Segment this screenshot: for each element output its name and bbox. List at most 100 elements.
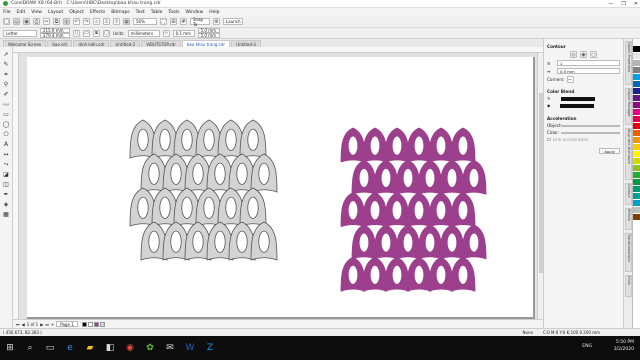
publish-pdf-icon[interactable]: ▦ — [123, 18, 130, 25]
parallel-dimension-icon[interactable]: ↔ — [3, 151, 10, 158]
object-accel-slider[interactable] — [561, 124, 620, 127]
mail-icon[interactable]: ✉ — [164, 342, 176, 354]
link-checkbox[interactable]: ☐ — [547, 137, 551, 142]
print-icon[interactable]: ⎙ — [33, 18, 40, 25]
palette-swatch[interactable] — [633, 186, 640, 193]
corners-select[interactable]: ⌐ — [566, 76, 574, 83]
contour-outside-icon[interactable]: ○ — [590, 51, 597, 58]
palette-swatch[interactable] — [633, 165, 640, 172]
palette-swatch[interactable] — [633, 39, 640, 46]
document-swatch[interactable] — [81, 321, 87, 327]
docker-tab[interactable]: Effects — [625, 207, 632, 230]
artistic-media-icon[interactable]: 〰 — [3, 101, 10, 109]
contour-center-icon[interactable]: ◎ — [570, 51, 577, 58]
menu-file[interactable]: File — [3, 10, 11, 15]
polygon-icon[interactable]: ⬠ — [3, 131, 10, 138]
transparency-icon[interactable]: ◫ — [3, 181, 10, 188]
palette-swatch[interactable] — [633, 102, 640, 109]
docker-tab[interactable]: Object Properties — [625, 41, 632, 86]
docker-tab[interactable]: Hints — [625, 274, 632, 297]
docker-tab[interactable]: Align and Distribute — [625, 127, 632, 180]
color-accel-slider[interactable] — [561, 131, 620, 134]
document-tab[interactable]: Untitled-2 — [110, 40, 141, 47]
crop-icon[interactable]: ⌗ — [3, 71, 10, 78]
document-palette[interactable] — [81, 321, 105, 327]
file-explorer-icon[interactable]: ▰ — [84, 342, 96, 354]
units-select[interactable]: millimeters — [127, 29, 160, 37]
paper-size-select[interactable]: Letter — [3, 29, 37, 37]
last-page-icon[interactable]: ⏭ — [45, 322, 49, 327]
palette-swatch[interactable] — [633, 53, 640, 60]
open-icon[interactable]: ▤ — [13, 18, 20, 25]
full-screen-icon[interactable]: ⛶ — [160, 18, 167, 25]
page-height-field[interactable]: 279.4 mm — [40, 33, 70, 38]
menu-edit[interactable]: Edit — [17, 10, 26, 15]
zoom-icon[interactable]: ⚲ — [3, 81, 10, 88]
save-icon[interactable]: ▣ — [23, 18, 30, 25]
palette-swatch[interactable] — [633, 158, 640, 165]
document-tab[interactable]: dinh kiên.cdr — [73, 40, 110, 47]
outline-color-swatch[interactable] — [560, 96, 595, 101]
gray-mask-pattern[interactable] — [129, 119, 278, 261]
offset-field[interactable]: 0.5 mm — [557, 68, 620, 74]
zalo-icon[interactable]: Z — [204, 342, 216, 354]
edge-icon[interactable]: e — [64, 342, 76, 354]
undo-icon[interactable]: ↶ — [73, 18, 80, 25]
palette-swatch[interactable] — [633, 74, 640, 81]
palette-swatch[interactable] — [633, 60, 640, 67]
rulers-icon[interactable]: ⊞ — [170, 18, 177, 25]
document-tab[interactable]: Welcome Screen — [3, 40, 47, 47]
search-icon[interactable]: ⌕ — [24, 342, 36, 354]
palette-swatch[interactable] — [633, 123, 640, 130]
grid-icon[interactable]: # — [180, 18, 187, 25]
artwork-svg[interactable] — [27, 57, 535, 319]
pick-icon[interactable]: ➚ — [3, 51, 10, 58]
palette-swatch[interactable] — [633, 193, 640, 200]
duplicate-y-field[interactable]: 5.0 mm — [197, 33, 220, 38]
chrome-icon[interactable]: ◉ — [124, 342, 136, 354]
prev-page-icon[interactable]: ◀ — [22, 322, 25, 327]
palette-swatch[interactable] — [633, 109, 640, 116]
document-tab[interactable]: VIBUTSTOP.cdr — [141, 40, 181, 47]
docker-tab[interactable]: Transformations — [625, 232, 632, 272]
first-page-icon[interactable]: ⏮ — [16, 322, 20, 327]
palette-swatch[interactable] — [633, 179, 640, 186]
connector-icon[interactable]: ⤳ — [3, 161, 10, 168]
document-tab[interactable]: bao.cdr — [47, 40, 73, 47]
contour-inside-icon[interactable]: ◉ — [580, 51, 587, 58]
minimize-button[interactable]: — — [608, 0, 613, 8]
zoom-level-select[interactable]: 56% — [133, 18, 157, 25]
all-pages-icon[interactable]: ⧈ — [93, 29, 100, 37]
palette-swatch[interactable] — [633, 151, 640, 158]
options-gear-icon[interactable]: ⚙ — [213, 18, 220, 25]
store-icon[interactable]: ◧ — [104, 342, 116, 354]
ellipse-icon[interactable]: ◯ — [3, 121, 10, 128]
paste-icon[interactable]: ▥ — [63, 18, 70, 25]
drawing-page[interactable] — [27, 57, 535, 319]
palette-swatch[interactable] — [633, 116, 640, 123]
export-icon[interactable]: ⇧ — [113, 18, 120, 25]
menu-object[interactable]: Object — [69, 10, 84, 15]
maximize-button[interactable]: ❐ — [621, 0, 625, 8]
menu-window[interactable]: Window — [186, 10, 204, 15]
steps-field[interactable]: 1 — [557, 60, 620, 66]
purple-mask-pattern[interactable] — [340, 127, 487, 292]
menu-table[interactable]: Table — [151, 10, 163, 15]
snap-to-dropdown[interactable]: Snap To — [190, 17, 210, 27]
coreldraw-icon[interactable]: ✿ — [144, 342, 156, 354]
menu-text[interactable]: Text — [136, 10, 145, 15]
cut-icon[interactable]: ✂ — [43, 18, 50, 25]
palette-swatch[interactable] — [633, 81, 640, 88]
document-tab[interactable]: Untitled-3 — [231, 40, 261, 47]
freehand-icon[interactable]: ✐ — [3, 91, 10, 98]
text-icon[interactable]: A — [3, 141, 10, 148]
palette-swatch[interactable] — [633, 67, 640, 74]
palette-swatch[interactable] — [633, 172, 640, 179]
redo-icon[interactable]: ↷ — [83, 18, 90, 25]
clock[interactable]: 5:50 PM 3/2/2020 — [614, 339, 634, 353]
document-swatch[interactable] — [93, 321, 99, 327]
menu-view[interactable]: View — [31, 10, 42, 15]
palette-swatch[interactable] — [633, 144, 640, 151]
launch-dropdown[interactable]: Launch — [223, 18, 243, 25]
palette-swatch[interactable] — [633, 137, 640, 144]
